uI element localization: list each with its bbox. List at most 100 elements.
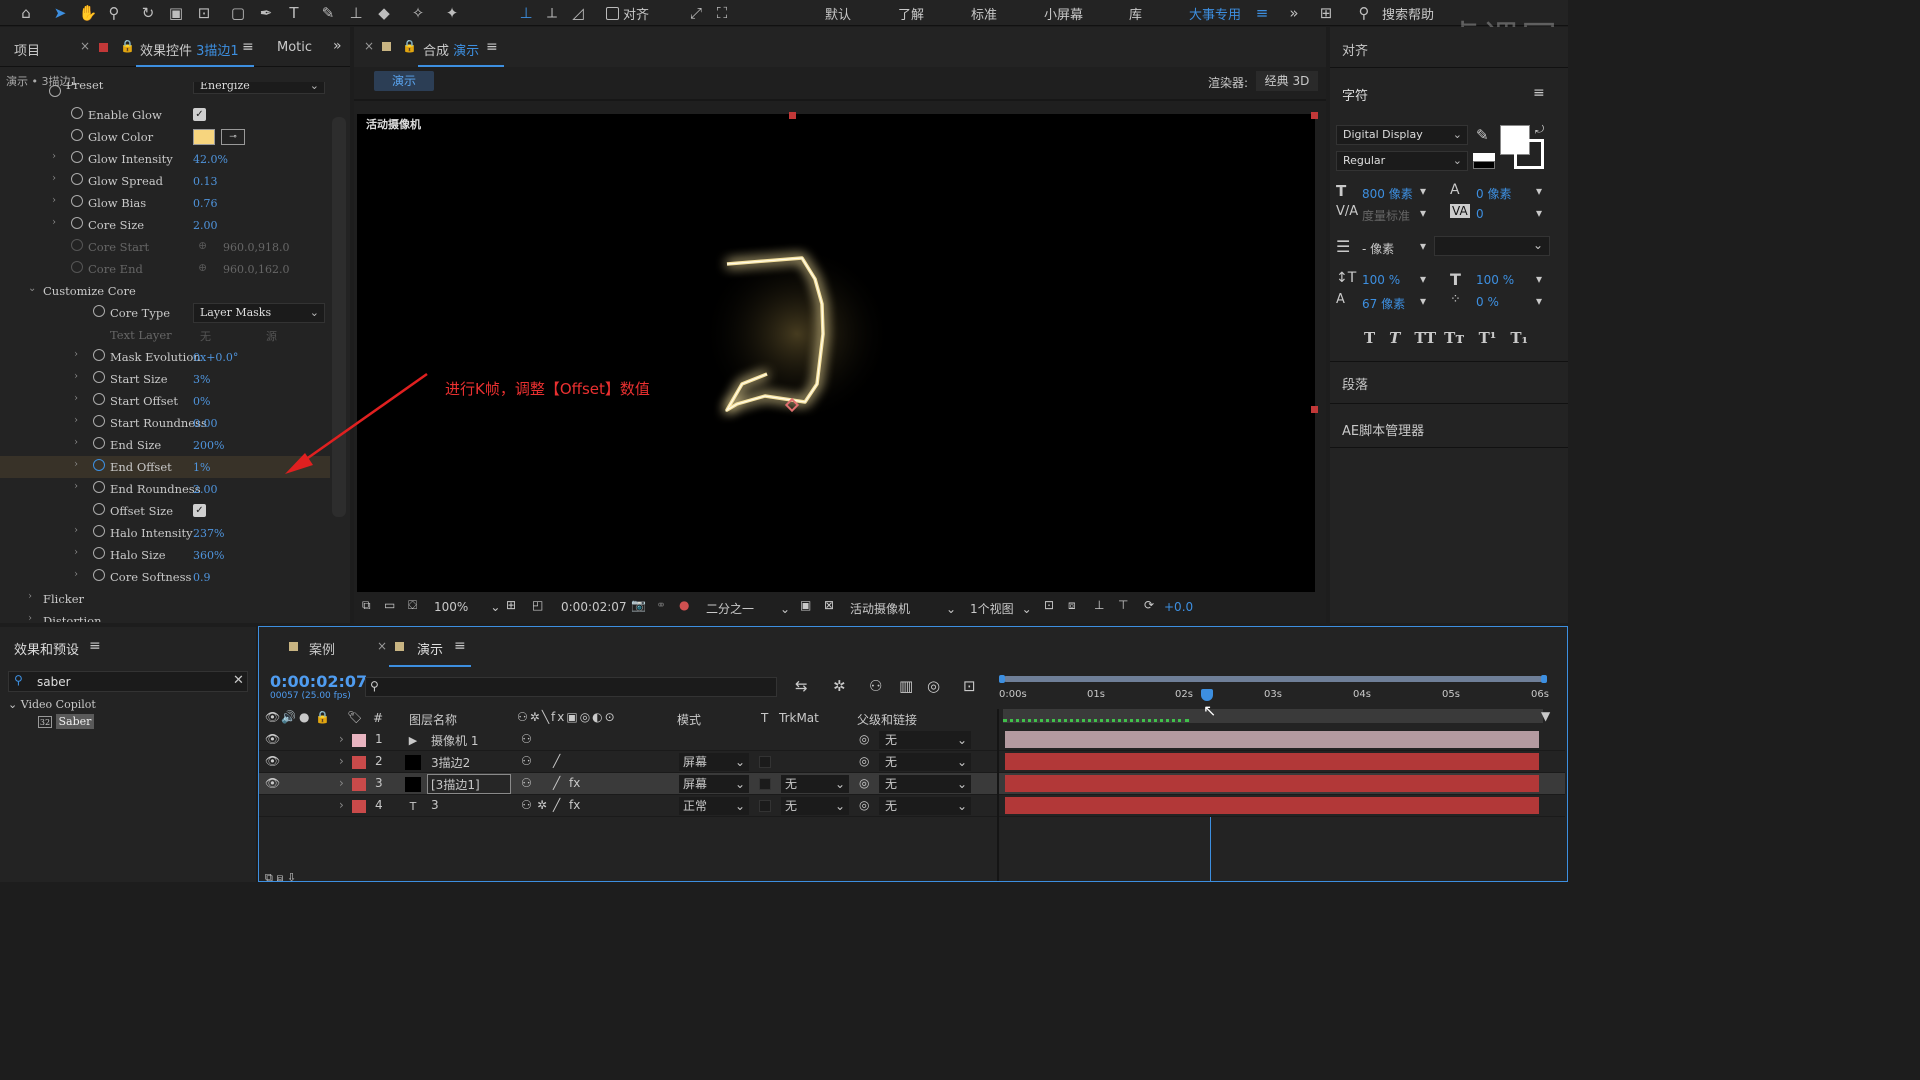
parent-dropdown[interactable]: 无 ⌄ (879, 775, 971, 793)
resolution-dropdown[interactable]: 二分之一 ⌄ (706, 600, 790, 617)
eyedropper-icon[interactable]: ⊸ (221, 129, 245, 145)
search-help-input[interactable]: 搜索帮助 (1382, 4, 1434, 23)
effect-row-value[interactable]: 0.76 (193, 197, 218, 210)
sync-settings-icon[interactable]: ⊞ (1316, 3, 1336, 23)
paragraph-panel-title[interactable]: 段落 (1342, 374, 1368, 393)
close-tab-icon[interactable]: × (364, 39, 374, 53)
pick-whip-icon[interactable]: ◎ (859, 798, 869, 812)
workspace-menu-icon[interactable]: ≡ (1252, 3, 1272, 23)
chevron-right-icon[interactable]: › (52, 151, 56, 162)
layer-name[interactable]: 3描边2 (431, 754, 470, 771)
toggle-pixel-aspect-icon[interactable]: ⊡ (1044, 598, 1054, 612)
camera-view-dropdown[interactable]: 活动摄像机 ⌄ (850, 600, 956, 617)
preset-dropdown[interactable]: Energize ⌄ (193, 82, 325, 94)
layer-row[interactable]: 👁 › 1 ▶ 摄像机 1 ⚇ ◎ 无 ⌄ (259, 729, 1565, 751)
stroke-swatch-mini[interactable] (1473, 161, 1495, 169)
comp-button-icon[interactable]: ▼ (1541, 709, 1561, 729)
workspace-default[interactable]: 默认 (825, 4, 851, 23)
eye-icon[interactable]: 👁 (265, 776, 280, 790)
chevron-right-icon[interactable]: › (74, 393, 78, 404)
chevron-right-icon[interactable]: › (74, 525, 78, 536)
trkmat-dropdown[interactable]: 无 ⌄ (781, 797, 849, 815)
collapse-switch-icon[interactable]: ✲ (537, 798, 547, 812)
mode-toggle-icon[interactable]: ⇩ (287, 871, 296, 884)
rectangle-tool-icon[interactable]: ▢ (228, 3, 248, 23)
views-dropdown[interactable]: 1个视图 ⌄ (970, 600, 1032, 617)
tab-project[interactable]: 项目 (14, 40, 40, 59)
pick-whip-icon[interactable]: ◎ (859, 776, 869, 790)
chevron-right-icon[interactable]: › (74, 569, 78, 580)
stopwatch-icon[interactable] (71, 261, 83, 273)
quality-switch-icon[interactable]: ╱ (553, 776, 560, 790)
font-style-dropdown[interactable]: Regular ⌄ (1336, 151, 1468, 171)
shy-layers-icon[interactable]: ⚇ (869, 677, 882, 695)
effect-row-core-size[interactable]: › Core Size 2.00 (0, 214, 330, 236)
motion-blur-icon[interactable]: ◎ (927, 677, 940, 695)
chevron-down-icon[interactable]: ⌄ (28, 283, 36, 294)
chevron-right-icon[interactable]: › (339, 754, 344, 768)
stopwatch-icon[interactable] (49, 85, 61, 97)
blend-mode-dropdown[interactable]: 屏幕 ⌄ (679, 753, 749, 771)
effect-row-value[interactable]: 200% (193, 439, 224, 452)
selection-tool-icon[interactable]: ➤ (50, 3, 70, 23)
hand-tool-icon[interactable]: ✋ (78, 3, 98, 23)
show-snapshot-icon[interactable]: ⚭ (656, 598, 666, 612)
time-ruler[interactable]: 0:00s 01s 02s 03s 04s 05s 06s ↖ (999, 675, 1549, 731)
layer-duration-bar[interactable] (1005, 731, 1539, 748)
eye-icon[interactable]: 👁 (265, 732, 280, 746)
effect-row-value[interactable]: 3% (193, 373, 210, 386)
workspace-standard[interactable]: 标准 (971, 4, 997, 23)
effect-row-customize-core[interactable]: ⌄ Customize Core (0, 280, 330, 302)
layer-search-input[interactable]: ⚲ (365, 677, 777, 697)
stopwatch-icon[interactable] (93, 437, 105, 449)
effect-row-value[interactable]: 0.00 (193, 417, 218, 430)
fill-swatch-mini[interactable] (1473, 153, 1495, 161)
layer-label-color[interactable] (352, 734, 366, 747)
panel-menu-icon[interactable]: ≡ (454, 638, 466, 654)
chevron-right-icon[interactable]: › (74, 459, 78, 470)
playhead-handle[interactable] (1201, 689, 1213, 701)
bounding-handle[interactable] (1311, 112, 1318, 119)
effect-row-core-softness[interactable]: › Core Softness 0.9 (0, 566, 330, 588)
tab-composition[interactable]: 合成 演示 (423, 40, 479, 59)
clear-search-icon[interactable]: ✕ (233, 673, 244, 688)
chevron-right-icon[interactable]: › (52, 173, 56, 184)
parent-dropdown[interactable]: 无 ⌄ (879, 753, 971, 771)
effect-row-enable-glow[interactable]: Enable Glow ✓ (0, 104, 330, 126)
home-icon[interactable]: ⌂ (16, 3, 36, 23)
effect-row-flicker[interactable]: › Flicker (0, 588, 330, 610)
label-icon[interactable]: 🏷 (347, 710, 362, 724)
swap-colors-icon[interactable]: ⤾ (1535, 123, 1544, 137)
font-family-dropdown[interactable]: Digital Display ⌄ (1336, 125, 1468, 145)
timeline-icon[interactable]: ⊥ (1094, 598, 1104, 612)
preserve-transparency-checkbox[interactable] (759, 800, 771, 812)
snap-icon[interactable]: ⤢ (686, 3, 706, 23)
stopwatch-icon[interactable] (93, 371, 105, 383)
faux-bold-icon[interactable]: T (1364, 329, 1375, 347)
effect-row-value[interactable]: 0.13 (193, 175, 218, 188)
stopwatch-icon[interactable] (71, 173, 83, 185)
category-video-copilot[interactable]: ⌄ Video Copilot (8, 698, 96, 711)
stopwatch-icon[interactable] (93, 503, 105, 515)
view-axis-icon[interactable]: ◿ (568, 3, 588, 23)
shy-switch-icon[interactable]: ⚇ (521, 798, 532, 812)
effect-row-mask-evolution[interactable]: › Mask Evolution 0x+0.0° (0, 346, 330, 368)
stopwatch-icon[interactable] (93, 415, 105, 427)
workspace-learn[interactable]: 了解 (898, 4, 924, 23)
col-layer-name[interactable]: 图层名称 (409, 711, 457, 728)
all-caps-icon[interactable]: TT (1414, 329, 1436, 347)
chevron-right-icon[interactable]: › (28, 591, 32, 602)
chevron-down-icon[interactable]: ▾ (1420, 294, 1426, 308)
timeline-timecode[interactable]: 0:00:02:07 (270, 672, 367, 691)
layer-duration-bar[interactable] (1005, 753, 1539, 770)
shy-switch-icon[interactable]: ⚇ (521, 754, 532, 768)
stopwatch-icon[interactable] (93, 481, 105, 493)
crosshair-icon[interactable]: ⊕ (198, 239, 207, 252)
vertical-scale-value[interactable]: 100 % (1362, 273, 1400, 287)
layer-label-color[interactable] (352, 800, 366, 813)
work-area-start-handle[interactable] (999, 675, 1005, 683)
workspace-library[interactable]: 库 (1129, 4, 1142, 23)
stopwatch-icon[interactable] (93, 569, 105, 581)
rotate-tool-icon[interactable]: ↻ (138, 3, 158, 23)
clone-stamp-icon[interactable]: ⊥ (346, 3, 366, 23)
